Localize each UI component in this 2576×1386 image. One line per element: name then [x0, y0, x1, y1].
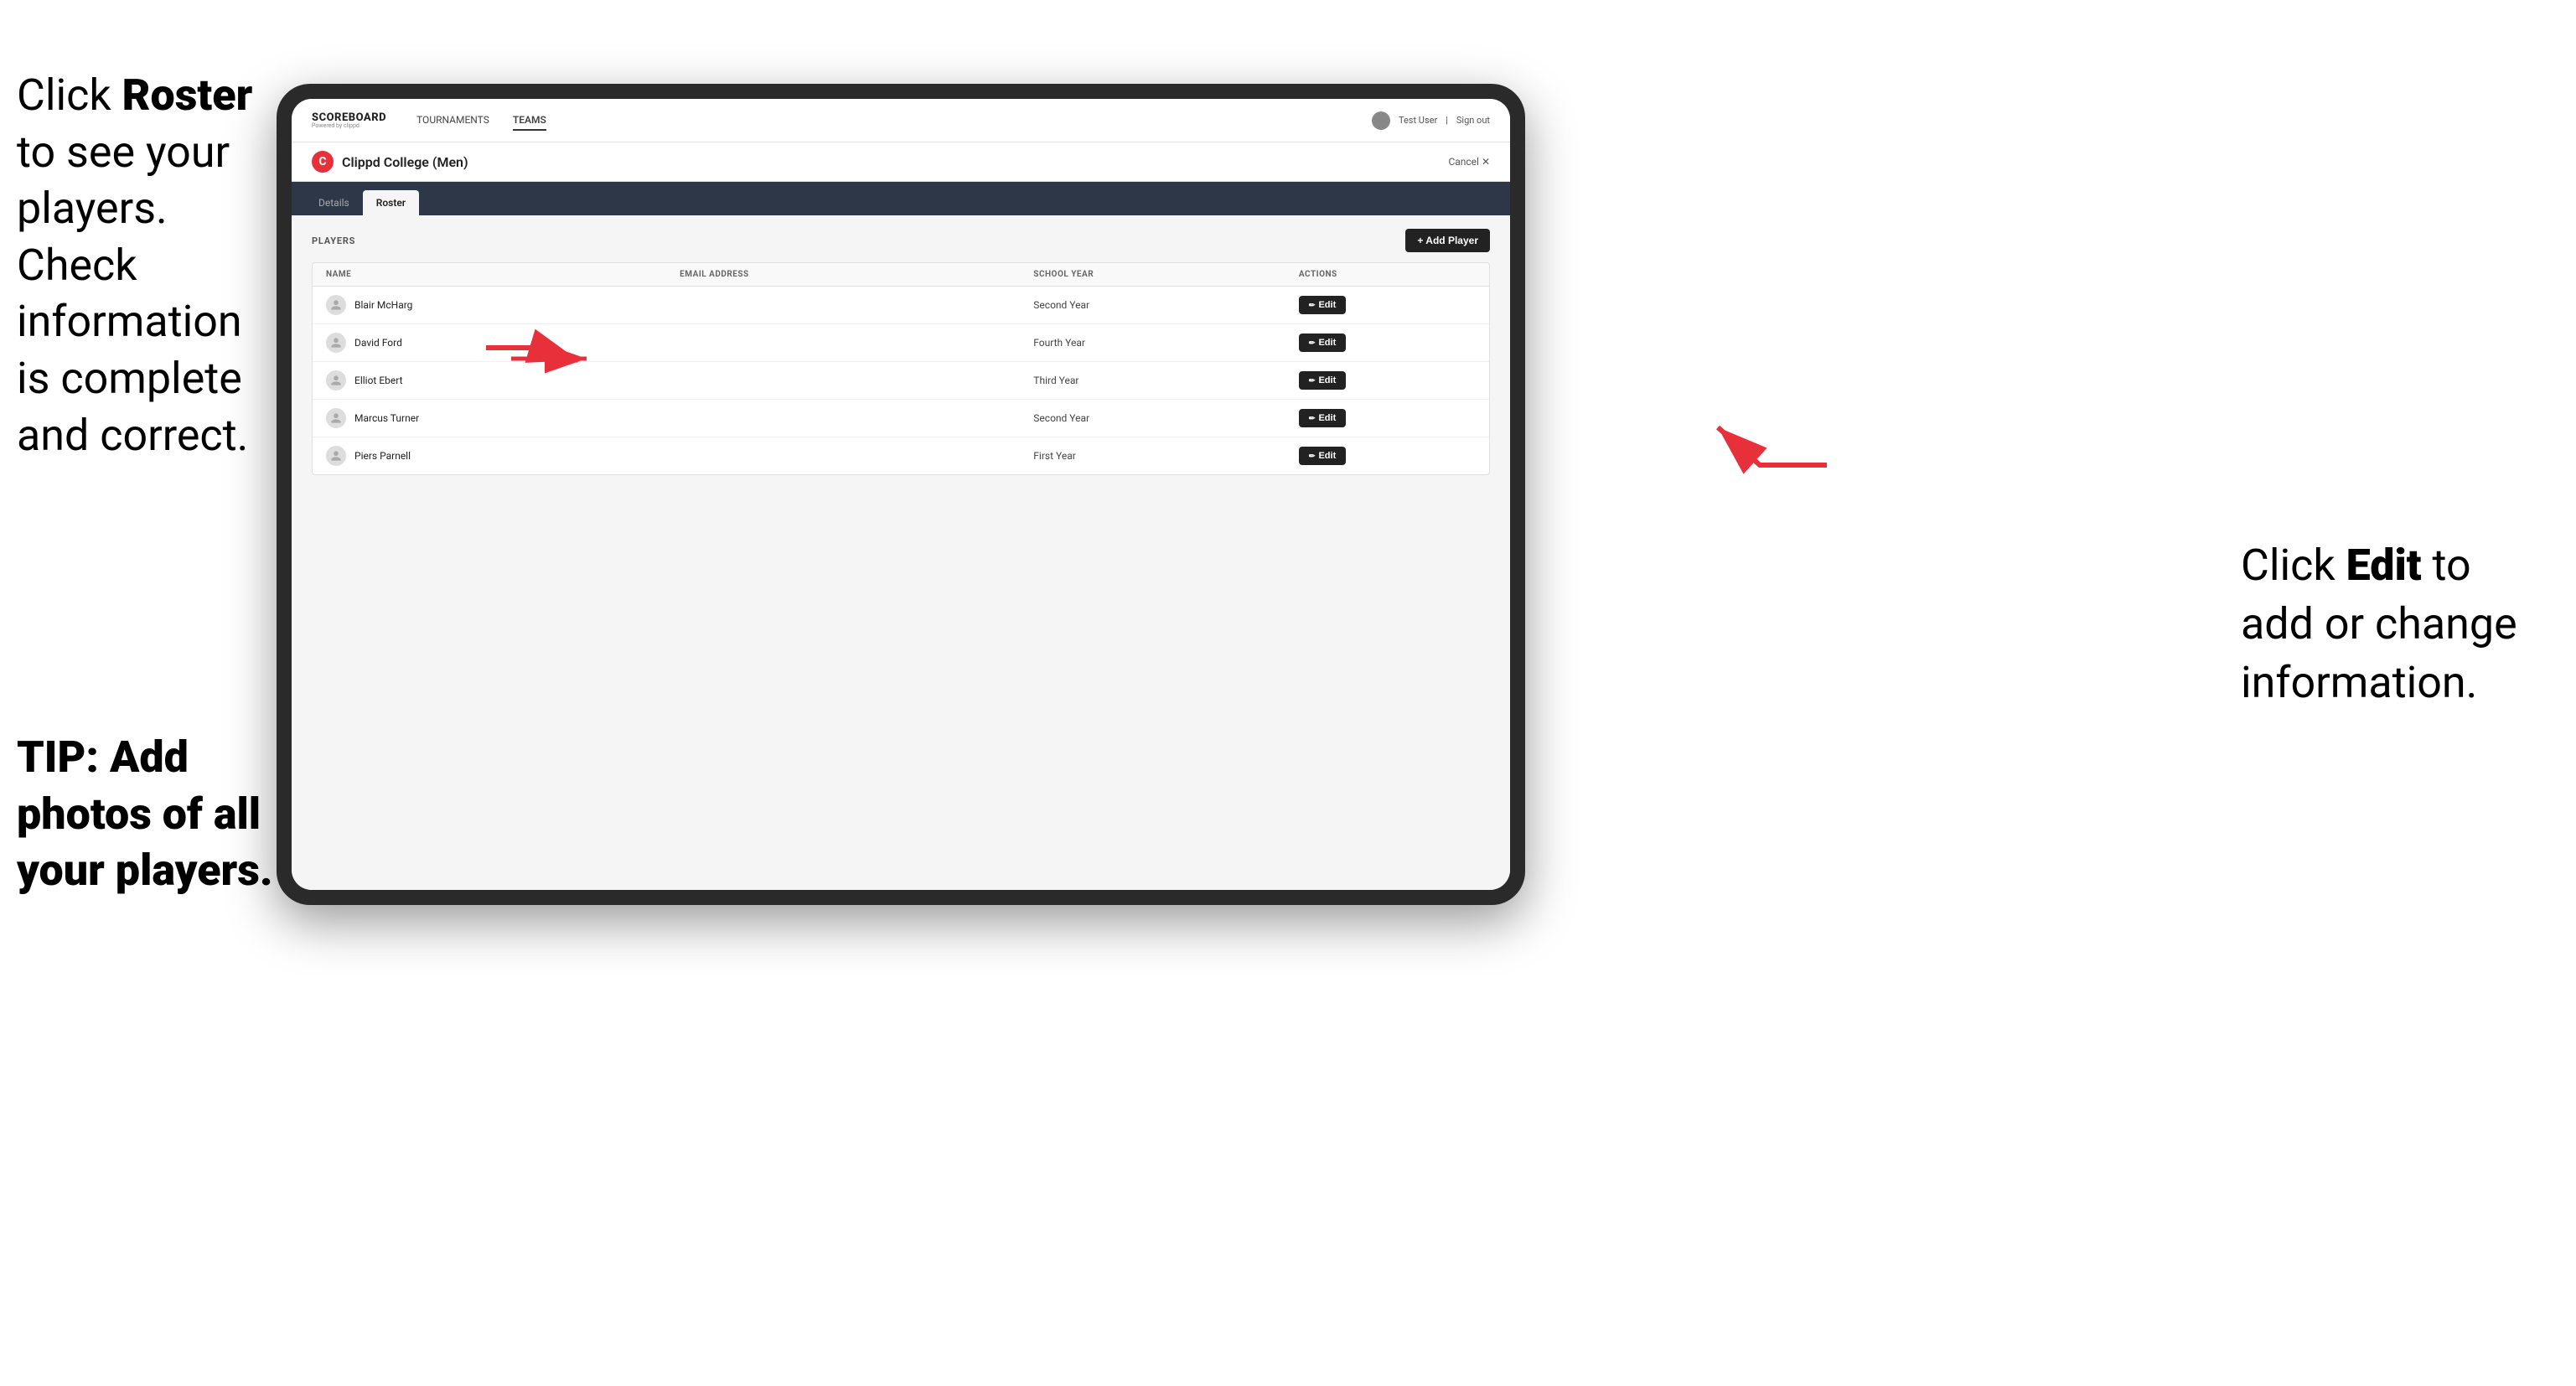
nav-tournaments[interactable]: TOURNAMENTS	[416, 111, 489, 131]
player-actions: ✏ Edit	[1299, 296, 1476, 314]
player-school-year: First Year	[1033, 450, 1299, 462]
tablet-device: SCOREBOARD Powered by clippd TOURNAMENTS…	[277, 84, 1525, 905]
logo-text: SCOREBOARD	[312, 112, 386, 123]
team-name: Clippd College (Men)	[342, 154, 468, 170]
nav-items: TOURNAMENTS TEAMS	[416, 111, 1372, 131]
player-name-cell: David Ford	[326, 333, 680, 353]
team-header: C Clippd College (Men) Cancel ✕	[292, 142, 1510, 182]
player-school-year: Third Year	[1033, 375, 1299, 386]
cancel-button[interactable]: Cancel ✕	[1448, 156, 1490, 168]
edit-label: Edit	[1318, 338, 1336, 348]
annotation-left: Click Roster to see your players. Check …	[17, 67, 277, 463]
col-email: EMAIL ADDRESS	[680, 270, 1033, 279]
person-icon	[330, 375, 342, 386]
player-avatar	[326, 333, 346, 353]
player-avatar	[326, 370, 346, 390]
tab-bar: Details Roster	[292, 182, 1510, 215]
person-icon	[330, 450, 342, 462]
edit-button[interactable]: ✏ Edit	[1299, 447, 1346, 465]
section-header: PLAYERS + Add Player	[312, 229, 1490, 252]
player-name-cell: Piers Parnell	[326, 446, 680, 466]
table-row: David Ford Fourth Year ✏ Edit	[313, 324, 1489, 362]
col-school-year: SCHOOL YEAR	[1033, 270, 1299, 279]
main-content: PLAYERS + Add Player NAME EMAIL ADDRESS …	[292, 215, 1510, 890]
edit-label: Edit	[1318, 375, 1336, 385]
edit-label: Edit	[1318, 451, 1336, 461]
player-actions: ✏ Edit	[1299, 409, 1476, 427]
pencil-icon: ✏	[1309, 452, 1316, 461]
edit-label: Edit	[1318, 300, 1336, 310]
person-icon	[330, 412, 342, 424]
table-header: NAME EMAIL ADDRESS SCHOOL YEAR ACTIONS	[313, 263, 1489, 287]
annotation-right: Click Edit to add or change information.	[2241, 536, 2542, 713]
player-name: Blair McHarg	[354, 299, 412, 311]
player-school-year: Second Year	[1033, 412, 1299, 424]
user-name: Test User	[1399, 115, 1437, 126]
col-name: NAME	[326, 270, 680, 279]
player-name-cell: Marcus Turner	[326, 408, 680, 428]
edit-button[interactable]: ✏ Edit	[1299, 371, 1346, 390]
player-actions: ✏ Edit	[1299, 447, 1476, 465]
table-body: Blair McHarg Second Year ✏ Edit David Fo…	[313, 287, 1489, 474]
player-actions: ✏ Edit	[1299, 334, 1476, 352]
edit-button[interactable]: ✏ Edit	[1299, 296, 1346, 314]
player-name-cell: Elliot Ebert	[326, 370, 680, 390]
section-title: PLAYERS	[312, 235, 355, 246]
person-icon	[330, 299, 342, 311]
tab-details[interactable]: Details	[305, 190, 363, 215]
tablet-screen: SCOREBOARD Powered by clippd TOURNAMENTS…	[292, 99, 1510, 890]
logo-area: SCOREBOARD Powered by clippd	[312, 112, 386, 129]
person-icon	[330, 337, 342, 349]
sign-out-link[interactable]: Sign out	[1456, 115, 1490, 126]
annotation-roster-bold: Roster	[122, 70, 253, 121]
player-avatar	[326, 295, 346, 315]
tab-roster[interactable]: Roster	[363, 190, 419, 215]
edit-label: Edit	[1318, 413, 1336, 423]
player-name: Elliot Ebert	[354, 375, 403, 386]
player-name-cell: Blair McHarg	[326, 295, 680, 315]
add-player-button[interactable]: + Add Player	[1405, 229, 1490, 252]
player-avatar	[326, 408, 346, 428]
col-actions: ACTIONS	[1299, 270, 1476, 279]
pencil-icon: ✏	[1309, 376, 1316, 385]
pencil-icon: ✏	[1309, 414, 1316, 423]
player-actions: ✏ Edit	[1299, 371, 1476, 390]
annotation-tip: TIP: Add photos of all your players.	[17, 729, 285, 899]
table-row: Piers Parnell First Year ✏ Edit	[313, 437, 1489, 474]
table-row: Elliot Ebert Third Year ✏ Edit	[313, 362, 1489, 400]
app-header: SCOREBOARD Powered by clippd TOURNAMENTS…	[292, 99, 1510, 142]
player-name: Piers Parnell	[354, 450, 411, 462]
nav-teams[interactable]: TEAMS	[513, 111, 546, 131]
team-name-area: C Clippd College (Men)	[312, 151, 468, 173]
table-row: Marcus Turner Second Year ✏ Edit	[313, 400, 1489, 437]
player-name: David Ford	[354, 337, 402, 349]
pencil-icon: ✏	[1309, 339, 1316, 348]
player-avatar	[326, 446, 346, 466]
annotation-edit-bold: Edit	[2346, 540, 2422, 591]
edit-button[interactable]: ✏ Edit	[1299, 334, 1346, 352]
table-row: Blair McHarg Second Year ✏ Edit	[313, 287, 1489, 324]
player-school-year: Second Year	[1033, 299, 1299, 311]
edit-button[interactable]: ✏ Edit	[1299, 409, 1346, 427]
player-school-year: Fourth Year	[1033, 337, 1299, 349]
separator: |	[1446, 115, 1448, 126]
logo-sub: Powered by clippd	[312, 123, 386, 129]
team-logo: C	[312, 151, 334, 173]
pencil-icon: ✏	[1309, 301, 1316, 310]
player-name: Marcus Turner	[354, 412, 419, 424]
user-avatar-icon	[1372, 111, 1390, 130]
header-right: Test User | Sign out	[1372, 111, 1490, 130]
players-table: NAME EMAIL ADDRESS SCHOOL YEAR ACTIONS B…	[312, 262, 1490, 475]
